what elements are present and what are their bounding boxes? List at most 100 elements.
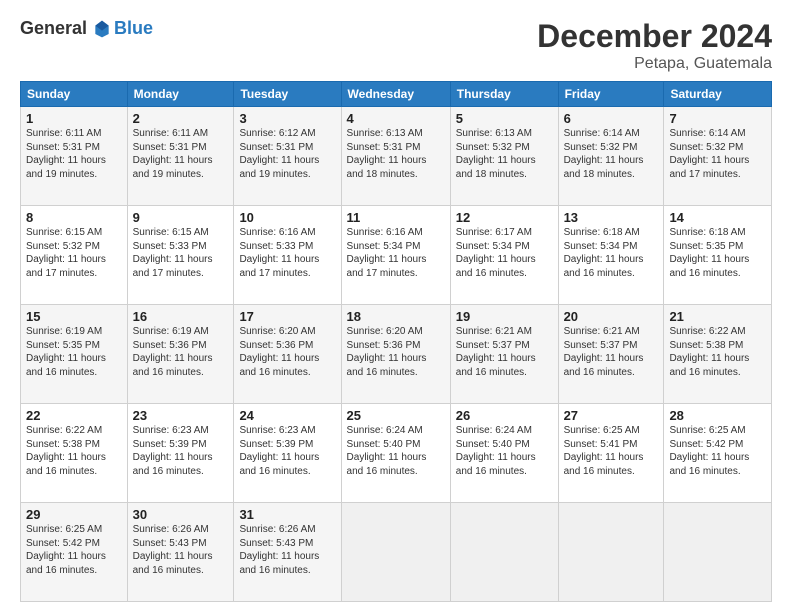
calendar-cell: 30 Sunrise: 6:26 AMSunset: 5:43 PMDayligh… — [127, 503, 234, 602]
day-info: Sunrise: 6:17 AMSunset: 5:34 PMDaylight:… — [456, 227, 536, 279]
day-number: 16 — [133, 309, 229, 324]
day-number: 3 — [239, 111, 335, 126]
calendar-cell: 8 Sunrise: 6:15 AMSunset: 5:32 PMDaylight… — [21, 206, 128, 305]
logo-icon — [92, 19, 112, 39]
calendar-week-row: 15 Sunrise: 6:19 AMSunset: 5:35 PMDayligh… — [21, 305, 772, 404]
col-header-thursday: Thursday — [450, 82, 558, 107]
day-info: Sunrise: 6:13 AMSunset: 5:31 PMDaylight:… — [347, 128, 427, 180]
day-info: Sunrise: 6:23 AMSunset: 5:39 PMDaylight:… — [133, 425, 213, 477]
calendar-cell: 6 Sunrise: 6:14 AMSunset: 5:32 PMDaylight… — [558, 107, 664, 206]
calendar-cell: 23 Sunrise: 6:23 AMSunset: 5:39 PMDayligh… — [127, 404, 234, 503]
day-number: 14 — [669, 210, 766, 225]
day-info: Sunrise: 6:15 AMSunset: 5:32 PMDaylight:… — [26, 227, 106, 279]
day-info: Sunrise: 6:25 AMSunset: 5:41 PMDaylight:… — [564, 425, 644, 477]
day-number: 22 — [26, 408, 122, 423]
page: General Blue December 2024 Petapa, Guate… — [0, 0, 792, 612]
day-info: Sunrise: 6:25 AMSunset: 5:42 PMDaylight:… — [26, 524, 106, 576]
calendar-cell: 24Sunrise: 6:23 AMSunset: 5:39 PMDayligh… — [234, 404, 341, 503]
col-header-monday: Monday — [127, 82, 234, 107]
day-info: Sunrise: 6:26 AMSunset: 5:43 PMDaylight:… — [133, 524, 213, 576]
day-number: 26 — [456, 408, 553, 423]
day-info: Sunrise: 6:16 AMSunset: 5:34 PMDaylight:… — [347, 227, 427, 279]
day-info: Sunrise: 6:23 AMSunset: 5:39 PMDaylight:… — [239, 425, 319, 477]
col-header-tuesday: Tuesday — [234, 82, 341, 107]
calendar-cell: 20 Sunrise: 6:21 AMSunset: 5:37 PMDayligh… — [558, 305, 664, 404]
day-info: Sunrise: 6:20 AMSunset: 5:36 PMDaylight:… — [239, 326, 319, 378]
header: General Blue December 2024 Petapa, Guate… — [20, 18, 772, 73]
calendar-cell: 15 Sunrise: 6:19 AMSunset: 5:35 PMDayligh… — [21, 305, 128, 404]
calendar-cell: 5 Sunrise: 6:13 AMSunset: 5:32 PMDaylight… — [450, 107, 558, 206]
calendar-week-row: 22 Sunrise: 6:22 AMSunset: 5:38 PMDayligh… — [21, 404, 772, 503]
calendar-body: 1 Sunrise: 6:11 AMSunset: 5:31 PMDaylight… — [21, 107, 772, 602]
logo-container: General Blue — [20, 18, 153, 39]
day-number: 7 — [669, 111, 766, 126]
day-number: 28 — [669, 408, 766, 423]
day-number: 17 — [239, 309, 335, 324]
col-header-friday: Friday — [558, 82, 664, 107]
day-number: 23 — [133, 408, 229, 423]
day-number: 19 — [456, 309, 553, 324]
day-number: 29 — [26, 507, 122, 522]
day-info: Sunrise: 6:21 AMSunset: 5:37 PMDaylight:… — [456, 326, 536, 378]
calendar-cell: 12 Sunrise: 6:17 AMSunset: 5:34 PMDayligh… — [450, 206, 558, 305]
calendar-cell: 16 Sunrise: 6:19 AMSunset: 5:36 PMDayligh… — [127, 305, 234, 404]
day-number: 30 — [133, 507, 229, 522]
calendar-cell — [341, 503, 450, 602]
day-info: Sunrise: 6:13 AMSunset: 5:32 PMDaylight:… — [456, 128, 536, 180]
col-header-wednesday: Wednesday — [341, 82, 450, 107]
calendar-table: Sunday Monday Tuesday Wednesday Thursday… — [20, 81, 772, 602]
calendar-cell: 13Sunrise: 6:18 AMSunset: 5:34 PMDayligh… — [558, 206, 664, 305]
day-number: 1 — [26, 111, 122, 126]
logo: General Blue — [20, 18, 153, 39]
day-number: 10 — [239, 210, 335, 225]
day-number: 6 — [564, 111, 659, 126]
calendar-week-row: 29 Sunrise: 6:25 AMSunset: 5:42 PMDayligh… — [21, 503, 772, 602]
day-info: Sunrise: 6:18 AMSunset: 5:34 PMDaylight:… — [564, 227, 644, 279]
col-header-sunday: Sunday — [21, 82, 128, 107]
day-number: 12 — [456, 210, 553, 225]
day-info: Sunrise: 6:20 AMSunset: 5:36 PMDaylight:… — [347, 326, 427, 378]
day-info: Sunrise: 6:11 AMSunset: 5:31 PMDaylight:… — [26, 128, 106, 180]
calendar-week-row: 1 Sunrise: 6:11 AMSunset: 5:31 PMDaylight… — [21, 107, 772, 206]
calendar-cell: 11Sunrise: 6:16 AMSunset: 5:34 PMDayligh… — [341, 206, 450, 305]
calendar-cell: 17 Sunrise: 6:20 AMSunset: 5:36 PMDayligh… — [234, 305, 341, 404]
calendar-cell: 31Sunrise: 6:26 AMSunset: 5:43 PMDayligh… — [234, 503, 341, 602]
calendar-cell: 25Sunrise: 6:24 AMSunset: 5:40 PMDayligh… — [341, 404, 450, 503]
calendar-cell: 3 Sunrise: 6:12 AMSunset: 5:31 PMDaylight… — [234, 107, 341, 206]
calendar-cell: 7 Sunrise: 6:14 AMSunset: 5:32 PMDaylight… — [664, 107, 772, 206]
day-number: 31 — [239, 507, 335, 522]
day-number: 8 — [26, 210, 122, 225]
calendar-cell: 19 Sunrise: 6:21 AMSunset: 5:37 PMDayligh… — [450, 305, 558, 404]
calendar-cell: 21 Sunrise: 6:22 AMSunset: 5:38 PMDayligh… — [664, 305, 772, 404]
calendar-cell: 9Sunrise: 6:15 AMSunset: 5:33 PMDaylight… — [127, 206, 234, 305]
calendar-week-row: 8 Sunrise: 6:15 AMSunset: 5:32 PMDaylight… — [21, 206, 772, 305]
calendar-cell: 2Sunrise: 6:11 AMSunset: 5:31 PMDaylight… — [127, 107, 234, 206]
day-number: 5 — [456, 111, 553, 126]
day-number: 9 — [133, 210, 229, 225]
day-info: Sunrise: 6:16 AMSunset: 5:33 PMDaylight:… — [239, 227, 319, 279]
day-number: 18 — [347, 309, 445, 324]
calendar-cell: 27Sunrise: 6:25 AMSunset: 5:41 PMDayligh… — [558, 404, 664, 503]
day-number: 20 — [564, 309, 659, 324]
day-info: Sunrise: 6:24 AMSunset: 5:40 PMDaylight:… — [456, 425, 536, 477]
calendar-cell: 4Sunrise: 6:13 AMSunset: 5:31 PMDaylight… — [341, 107, 450, 206]
calendar-cell: 10 Sunrise: 6:16 AMSunset: 5:33 PMDayligh… — [234, 206, 341, 305]
day-info: Sunrise: 6:19 AMSunset: 5:35 PMDaylight:… — [26, 326, 106, 378]
day-info: Sunrise: 6:18 AMSunset: 5:35 PMDaylight:… — [669, 227, 749, 279]
day-info: Sunrise: 6:12 AMSunset: 5:31 PMDaylight:… — [239, 128, 319, 180]
day-info: Sunrise: 6:14 AMSunset: 5:32 PMDaylight:… — [564, 128, 644, 180]
calendar-cell: 1 Sunrise: 6:11 AMSunset: 5:31 PMDaylight… — [21, 107, 128, 206]
calendar-cell — [450, 503, 558, 602]
calendar-cell: 14 Sunrise: 6:18 AMSunset: 5:35 PMDayligh… — [664, 206, 772, 305]
calendar-cell — [558, 503, 664, 602]
day-info: Sunrise: 6:14 AMSunset: 5:32 PMDaylight:… — [669, 128, 749, 180]
day-number: 21 — [669, 309, 766, 324]
day-info: Sunrise: 6:22 AMSunset: 5:38 PMDaylight:… — [669, 326, 749, 378]
day-info: Sunrise: 6:21 AMSunset: 5:37 PMDaylight:… — [564, 326, 644, 378]
day-number: 15 — [26, 309, 122, 324]
calendar-cell: 18 Sunrise: 6:20 AMSunset: 5:36 PMDayligh… — [341, 305, 450, 404]
month-title: December 2024 — [537, 18, 772, 55]
day-info: Sunrise: 6:19 AMSunset: 5:36 PMDaylight:… — [133, 326, 213, 378]
day-info: Sunrise: 6:22 AMSunset: 5:38 PMDaylight:… — [26, 425, 106, 477]
calendar-cell: 26 Sunrise: 6:24 AMSunset: 5:40 PMDayligh… — [450, 404, 558, 503]
